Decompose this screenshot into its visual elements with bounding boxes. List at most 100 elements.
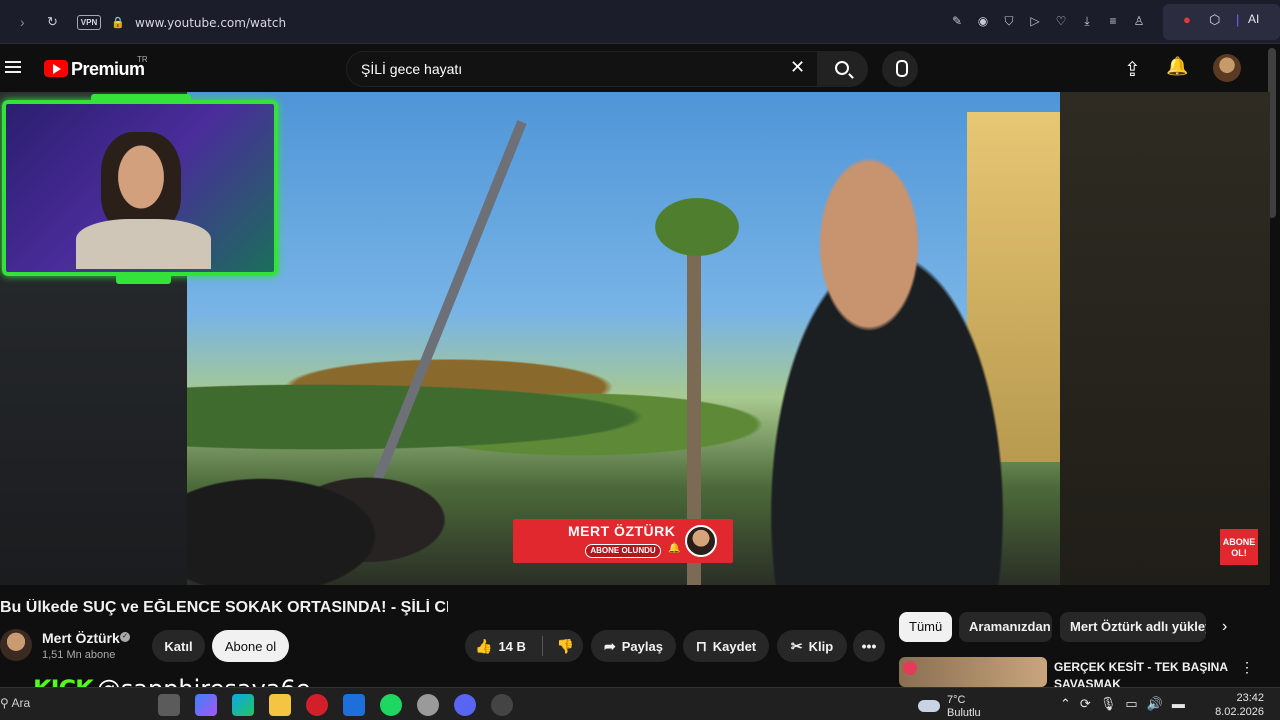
bookmark-icon: ⊓ xyxy=(695,637,707,654)
play-icon[interactable]: ▷ xyxy=(1026,12,1044,30)
edit-icon[interactable]: ✎ xyxy=(948,12,966,30)
more-actions-button[interactable]: ••• xyxy=(853,630,885,662)
search-icon xyxy=(835,61,849,75)
upload-icon[interactable]: ⇪ xyxy=(1124,57,1141,82)
crowd xyxy=(187,422,487,585)
extension-red-icon[interactable]: ● xyxy=(1183,12,1191,27)
browser-toolbar: › ↻ VPN 🔒 www.youtube.com/watch ✎ ◉ ⛉ ▷ … xyxy=(0,0,1280,44)
banner-avatar xyxy=(685,525,717,557)
share-button[interactable]: ➦ Paylaş xyxy=(591,630,676,662)
weather-temperature: 7°C xyxy=(947,694,966,706)
search-button[interactable] xyxy=(818,51,868,87)
scissors-icon: ✂ xyxy=(790,637,803,654)
streamer-body xyxy=(76,219,211,269)
chip-all[interactable]: Tümü xyxy=(899,612,952,642)
video-frame xyxy=(187,92,1067,585)
subscriber-count: 1,51 Mn abone xyxy=(42,649,116,661)
related-more-icon[interactable]: ⋮ xyxy=(1240,659,1254,676)
voice-search-icon[interactable] xyxy=(882,51,918,87)
like-divider xyxy=(541,636,543,656)
like-dislike-group: 👍 14 B 👎 xyxy=(465,630,583,662)
outlook-icon[interactable] xyxy=(343,694,365,716)
windows-taskbar: ⚲ Ara 7°C Bulutlu ⌃ ⟳ 🎙 ▭ 🔊 ▬ 23:42 8.02… xyxy=(0,687,1280,720)
join-button[interactable]: Katıl xyxy=(152,630,205,662)
subscribe-button[interactable]: Abone ol xyxy=(212,630,289,662)
file-icon[interactable] xyxy=(158,694,180,716)
clock-time: 23:42 xyxy=(1236,692,1264,704)
like-count[interactable]: 14 B xyxy=(498,639,525,654)
banner-subscribed-pill: ABONE OLUNDU xyxy=(585,544,661,558)
related-video-thumbnail[interactable] xyxy=(899,657,1047,687)
clip-label: Klip xyxy=(808,638,834,654)
camera-icon[interactable]: ◉ xyxy=(974,12,992,30)
notifications-icon[interactable]: 🔔 xyxy=(1166,56,1188,77)
system-tray: ⌃ ⟳ 🎙 ▭ 🔊 ▬ xyxy=(1060,696,1185,712)
abone-ol-badge: ABONE OL! xyxy=(1220,529,1258,565)
save-label: Kaydet xyxy=(712,638,757,654)
discord-icon[interactable] xyxy=(454,694,476,716)
chatgpt-icon[interactable] xyxy=(417,694,439,716)
chevron-up-icon[interactable]: ⌃ xyxy=(1060,696,1071,712)
youtube-header: Premium TR ŞİLİ gece hayatı ✕ ⇪ 🔔 xyxy=(0,44,1280,92)
taskbar-clock[interactable]: 23:42 8.02.2026 xyxy=(1212,691,1264,719)
chip-from-search[interactable]: Aramanızdan xyxy=(959,612,1052,642)
chevron-right-icon[interactable]: › xyxy=(1222,618,1227,636)
browser-extension-icons: ✎ ◉ ⛉ ▷ ♡ ⤓ ≡ ♙ xyxy=(948,12,1148,30)
download-icon[interactable]: ⤓ xyxy=(1078,12,1096,30)
weather-widget[interactable]: 7°C Bulutlu xyxy=(918,692,988,719)
hamburger-menu-icon[interactable] xyxy=(5,61,21,73)
battery-icon[interactable]: ▬ xyxy=(1172,696,1185,712)
clock-date: 8.02.2026 xyxy=(1215,706,1264,718)
address-bar[interactable]: www.youtube.com/watch xyxy=(135,16,286,30)
streamer-webcam-overlay xyxy=(2,94,278,284)
search-query[interactable]: ŞİLİ gece hayatı xyxy=(361,61,462,77)
dislike-icon[interactable]: 👎 xyxy=(557,638,574,655)
streamer-face xyxy=(101,132,181,232)
spotify-icon[interactable] xyxy=(380,694,402,716)
cube-icon[interactable]: ⬡ xyxy=(1209,12,1220,28)
clip-button[interactable]: ✂ Klip xyxy=(777,630,847,662)
youtube-logo-icon[interactable] xyxy=(44,60,68,77)
network-icon[interactable]: ▭ xyxy=(1125,696,1137,712)
taskbar-search-icon: ⚲ xyxy=(0,696,12,710)
sync-icon[interactable]: ⟳ xyxy=(1080,696,1091,712)
shield-icon[interactable]: ⛉ xyxy=(1000,12,1018,30)
heart-icon[interactable]: ♡ xyxy=(1052,12,1070,30)
clear-search-icon[interactable]: ✕ xyxy=(790,57,805,78)
folder-icon[interactable] xyxy=(269,694,291,716)
verified-icon: ✓ xyxy=(120,632,130,642)
taskbar-search[interactable]: ⚲ Ara xyxy=(0,696,30,710)
taskbar-apps xyxy=(158,694,513,716)
channel-name[interactable]: Mert Öztürk xyxy=(42,630,120,646)
opera-icon[interactable] xyxy=(306,694,328,716)
copilot-icon[interactable] xyxy=(195,694,217,716)
profile-icon[interactable]: ♙ xyxy=(1130,12,1148,30)
premium-wordmark[interactable]: Premium xyxy=(71,59,145,80)
share-icon: ➦ xyxy=(604,637,616,654)
reload-icon[interactable]: ↻ xyxy=(47,14,58,30)
separator-icon: | xyxy=(1236,12,1240,27)
menu-lines-icon[interactable]: ≡ xyxy=(1104,12,1122,30)
chip-uploader[interactable]: Mert Öztürk adlı yükleyici xyxy=(1060,612,1206,642)
browser-right-panel: ● ⬡ | xyxy=(1163,4,1280,40)
ai-button[interactable]: AI xyxy=(1248,12,1259,26)
obs-icon[interactable] xyxy=(491,694,513,716)
banner-bell-icon: 🔔 xyxy=(668,543,681,554)
lock-icon[interactable]: 🔒 xyxy=(111,16,125,29)
related-video-title[interactable]: GERÇEK KESİT - TEK BAŞINA SAVAŞMAK xyxy=(1054,659,1234,687)
microphone-icon[interactable]: 🎙 xyxy=(1100,696,1117,712)
save-button[interactable]: ⊓ Kaydet xyxy=(683,630,769,662)
video-player[interactable]: MERT ÖZTÜRK ABONE OLUNDU 🔔 ABONE OL! xyxy=(0,92,1270,585)
more-horizontal-icon: ••• xyxy=(861,638,877,654)
vpn-badge[interactable]: VPN xyxy=(77,15,101,30)
like-icon[interactable]: 👍 xyxy=(475,638,492,655)
taskbar-search-label: Ara xyxy=(11,696,31,710)
search-input[interactable]: ŞİLİ gece hayatı xyxy=(346,51,818,87)
subscribe-label: Abone ol xyxy=(224,638,277,654)
account-avatar[interactable] xyxy=(1213,54,1241,82)
forward-icon[interactable]: › xyxy=(20,14,25,30)
channel-avatar[interactable] xyxy=(0,629,32,661)
volume-icon[interactable]: 🔊 xyxy=(1147,696,1163,712)
edge-icon[interactable] xyxy=(232,694,254,716)
webcam-frame-tab-bottom xyxy=(116,274,171,284)
